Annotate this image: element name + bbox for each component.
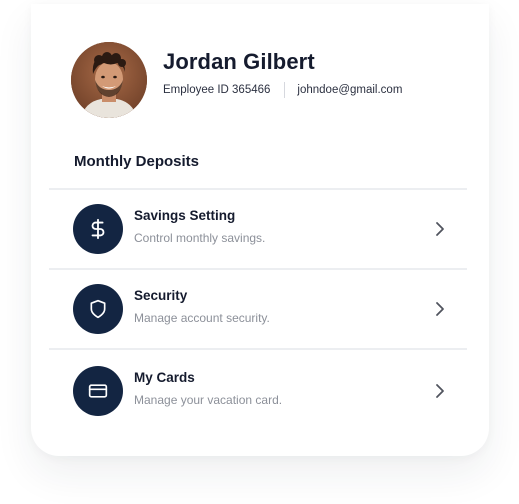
employee-id: Employee ID 365466 [163,84,271,96]
list-item-subtitle: Manage your vacation card. [134,393,283,407]
meta-divider [284,82,286,98]
list-item-savings-setting[interactable]: Savings Setting Control monthly savings. [49,188,467,268]
list-item-my-cards[interactable]: My Cards Manage your vacation card. [49,348,467,430]
section-title: Monthly Deposits [74,153,200,170]
list-item-title: Security [134,288,188,303]
settings-list: Savings Setting Control monthly savings.… [49,188,467,430]
profile-meta: Employee ID 365466 johndoe@gmail.com [163,82,402,98]
dollar-icon [73,204,123,254]
list-item-title: My Cards [134,370,195,385]
avatar-photo [71,42,147,118]
list-item-security[interactable]: Security Manage account security. [49,268,467,348]
shield-icon [73,284,123,334]
list-item-subtitle: Manage account security. [134,311,270,325]
email[interactable]: johndoe@gmail.com [297,84,402,96]
avatar[interactable] [71,42,147,118]
chevron-right-icon [436,384,444,398]
chevron-right-icon [436,222,444,236]
profile-name: Jordan Gilbert [163,49,315,74]
list-item-title: Savings Setting [134,208,236,223]
chevron-right-icon [436,302,444,316]
profile-card: Jordan Gilbert Employee ID 365466 johndo… [31,4,489,456]
list-item-subtitle: Control monthly savings. [134,231,266,245]
credit-card-icon [73,366,123,416]
